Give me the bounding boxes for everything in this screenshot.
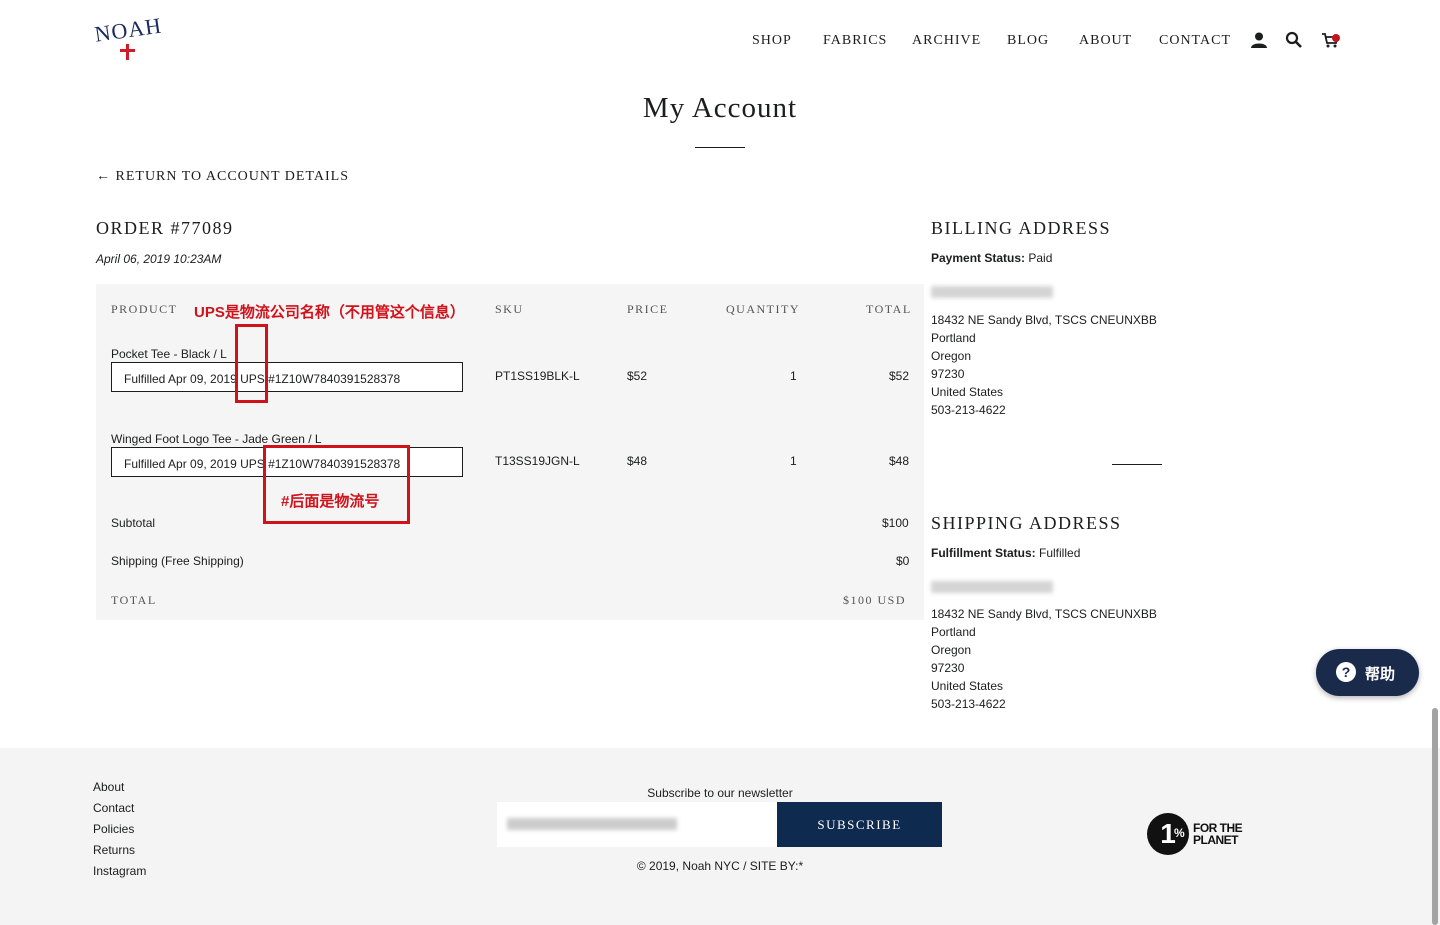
footer-link-returns[interactable]: Returns [93,843,135,857]
newsletter-email-input[interactable] [497,802,777,847]
planet-line-2: PLANET [1193,833,1239,847]
planet-badge-percent: % [1174,826,1185,840]
logo-cross-bar [120,49,135,52]
billing-line: United States [931,385,1004,399]
col-total: TOTAL [866,302,912,316]
logo-wordmark: NOAH [93,12,164,47]
footer-link-contact[interactable]: Contact [93,801,134,815]
planet-badge-text: FOR THE PLANET [1193,822,1243,847]
footer-link-policies[interactable]: Policies [93,822,134,836]
logo-cross-icon [126,44,129,60]
copyright: © 2019, Noah NYC / SITE BY:* [636,859,804,873]
item-price: $48 [627,454,648,468]
fulfillment-status-label: Fulfillment Status: [931,546,1036,560]
nav-contact[interactable]: CONTACT [1159,33,1231,49]
billing-line: 503-213-4622 [931,403,1006,417]
newsletter-label: Subscribe to our newsletter [647,786,793,800]
help-button[interactable]: ? 帮助 [1316,649,1419,696]
title-divider [695,147,745,148]
address-divider [1112,464,1162,465]
fulfillment-box: Fulfilled Apr 09, 2019 UPS #1Z10W7840391… [111,362,463,392]
billing-line: Portland [931,331,976,345]
item-sku: PT1SS19BLK-L [495,369,580,383]
redacted-name [931,286,1053,298]
item-name[interactable]: Pocket Tee - Black / L [111,347,227,361]
page-title: My Account [642,92,798,124]
payment-status-value: Paid [1028,251,1053,265]
order-title: ORDER #77089 [96,218,234,238]
page-scrollbar[interactable] [1432,708,1438,925]
billing-title: BILLING ADDRESS [931,218,1112,238]
item-name[interactable]: Winged Foot Logo Tee - Jade Green / L [111,432,322,446]
nav-about[interactable]: ABOUT [1079,33,1132,49]
nav-fabrics[interactable]: FABRICS [823,33,887,49]
tracking-annotation: #后面是物流号 [281,493,380,510]
shipping-line: Oregon [931,643,972,657]
tracking-highlight-box [263,445,410,524]
help-label: 帮助 [1365,666,1396,683]
shipping-line: Portland [931,625,976,639]
billing-line: 97230 [931,367,965,381]
item-quantity: 1 [790,369,797,383]
shipping-label: Shipping (Free Shipping) [111,554,244,568]
fulfillment-status: Fulfillment Status: Fulfilled [931,546,1080,560]
item-total: $52 [889,369,910,383]
col-sku: SKU [495,302,524,316]
subtotal-value: $100 [882,516,909,530]
ups-highlight-box [235,324,268,403]
cart-badge [1332,34,1340,42]
shipping-title: SHIPPING ADDRESS [931,513,1122,533]
nav-shop[interactable]: SHOP [752,33,792,49]
account-icon[interactable] [1250,31,1268,49]
total-label: TOTAL [111,593,157,607]
item-sku: T13SS19JGN-L [495,454,580,468]
question-icon: ? [1336,662,1356,682]
one-percent-for-the-planet-logo[interactable]: 1 % FOR THE PLANET [1147,813,1257,855]
total-value: $100 USD [843,593,907,607]
payment-status-label: Payment Status: [931,251,1026,265]
item-total: $48 [889,454,910,468]
item-price: $52 [627,369,648,383]
redacted-email [507,818,677,830]
return-to-account-link[interactable]: ← RETURN TO ACCOUNT DETAILS [96,169,349,185]
fulfillment-status-value: Fulfilled [1039,546,1081,560]
shipping-value: $0 [896,554,910,568]
order-date: April 06, 2019 10:23AM [96,252,222,266]
noah-logo[interactable]: NOAH [93,13,165,62]
shipping-line: 97230 [931,661,965,675]
ups-annotation: UPS是物流公司名称（不用管这个信息） [194,304,465,321]
billing-line: Oregon [931,349,972,363]
col-price: PRICE [627,302,669,316]
item-quantity: 1 [790,454,797,468]
shipping-line: 503-213-4622 [931,697,1006,711]
subtotal-label: Subtotal [111,516,156,530]
col-product: PRODUCT [111,302,178,316]
col-quantity: QUANTITY [726,302,800,316]
payment-status: Payment Status: Paid [931,251,1052,265]
shipping-line: United States [931,679,1004,693]
search-icon[interactable] [1285,31,1303,49]
subscribe-button[interactable]: SUBSCRIBE [777,802,942,847]
billing-line: 18432 NE Sandy Blvd, TSCS CNEUNXBB [931,313,1157,327]
shipping-line: 18432 NE Sandy Blvd, TSCS CNEUNXBB [931,607,1157,621]
nav-archive[interactable]: ARCHIVE [912,33,981,49]
redacted-name [931,581,1053,593]
nav-blog[interactable]: BLOG [1007,33,1049,49]
